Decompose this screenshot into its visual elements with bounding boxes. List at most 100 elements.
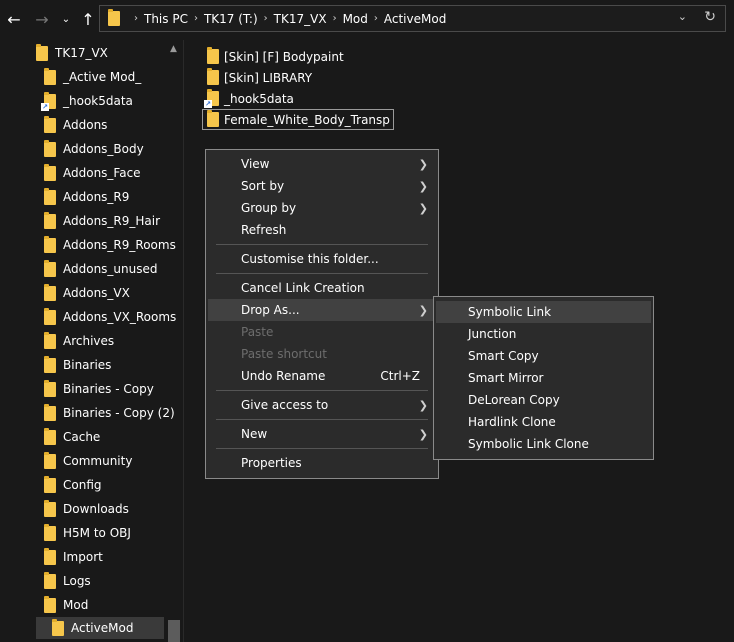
menu-item-paste[interactable]: Paste (208, 321, 436, 343)
submenu-item-hardlink-clone[interactable]: Hardlink Clone (436, 411, 651, 433)
folder-icon (52, 618, 64, 636)
file-item[interactable]: [Skin] LIBRARY (207, 67, 312, 88)
chevron-right-icon: ❯ (418, 201, 428, 215)
folder-link-icon (41, 91, 56, 111)
tree-item[interactable]: Addons_Face (44, 162, 141, 184)
tree-item[interactable]: Binaries - Copy (2) (44, 402, 175, 424)
menu-separator (216, 273, 428, 274)
menu-item-refresh[interactable]: Refresh (208, 219, 436, 241)
breadcrumb-this-pc[interactable]: This PC (144, 12, 188, 26)
chevron-right-icon[interactable]: › (128, 13, 144, 24)
submenu-item-smart-copy[interactable]: Smart Copy (436, 345, 651, 367)
folder-icon (36, 43, 48, 61)
chevron-right-icon: ❯ (418, 303, 428, 317)
menu-item-new[interactable]: New ❯ (208, 423, 436, 445)
menu-item-properties[interactable]: Properties (208, 452, 436, 474)
chevron-right-icon: ❯ (418, 179, 428, 193)
folder-icon (44, 427, 56, 445)
folder-icon (44, 355, 56, 373)
tree-item[interactable]: Mod (44, 594, 88, 616)
tree-item[interactable]: Binaries - Copy (44, 378, 154, 400)
arrow-up-icon[interactable]: ↑ (78, 8, 98, 30)
chevron-down-icon[interactable]: ⌄ (58, 8, 74, 30)
menu-item-paste-shortcut[interactable]: Paste shortcut (208, 343, 436, 365)
folder-icon (44, 235, 56, 253)
file-item-renamed[interactable]: Female_White_Body_Transp (202, 109, 394, 130)
chevron-right-icon[interactable]: › (327, 13, 343, 24)
menu-item-customise-folder[interactable]: Customise this folder... (208, 248, 436, 270)
tree-item[interactable]: Cache (44, 426, 100, 448)
tree-item[interactable]: Addons_VX (44, 282, 130, 304)
navigation-pane: ▲ TK17_VX _Active Mod_ _hook5data Addons… (0, 40, 184, 642)
tree-item[interactable]: Addons_R9_Rooms (44, 234, 176, 256)
breadcrumb-mod[interactable]: Mod (343, 12, 368, 26)
tree-item[interactable]: Addons_unused (44, 258, 158, 280)
file-item[interactable]: [Skin] [F] Bodypaint (207, 46, 344, 67)
folder-icon (207, 47, 219, 64)
tree-item[interactable]: Addons_Body (44, 138, 144, 160)
menu-item-undo-rename[interactable]: Undo Rename Ctrl+Z (208, 365, 436, 387)
tree-item[interactable]: Import (44, 546, 103, 568)
submenu-item-delorean-copy[interactable]: DeLorean Copy (436, 389, 651, 411)
refresh-icon[interactable]: ↻ (704, 9, 716, 25)
tree-item[interactable]: Logs (44, 570, 91, 592)
folder-icon (44, 211, 56, 229)
tree-item-activemod[interactable]: ActiveMod (36, 617, 164, 639)
folder-icon (44, 187, 56, 205)
breadcrumb-tk17-vx[interactable]: TK17_VX (274, 12, 327, 26)
chevron-right-icon: ❯ (418, 398, 428, 412)
tree-item[interactable]: _hook5data (41, 90, 133, 112)
scroll-up-icon[interactable]: ▲ (170, 44, 177, 54)
folder-icon (44, 571, 56, 589)
breadcrumb-activemod[interactable]: ActiveMod (384, 12, 446, 26)
menu-item-cancel-link-creation[interactable]: Cancel Link Creation (208, 277, 436, 299)
folder-icon (44, 499, 56, 517)
menu-item-view[interactable]: View ❯ (208, 153, 436, 175)
tree-item-tk17-vx[interactable]: TK17_VX (36, 42, 108, 64)
submenu-item-symbolic-link[interactable]: Symbolic Link (436, 301, 651, 323)
breadcrumb-drive[interactable]: TK17 (T:) (204, 12, 258, 26)
folder-icon (207, 110, 219, 127)
menu-item-give-access[interactable]: Give access to ❯ (208, 394, 436, 416)
folder-icon (44, 307, 56, 325)
folder-icon (44, 451, 56, 469)
folder-icon (44, 139, 56, 157)
chevron-right-icon: ❯ (418, 157, 428, 171)
folder-icon (207, 68, 219, 85)
tree-item[interactable]: Addons_R9 (44, 186, 129, 208)
menu-item-drop-as[interactable]: Drop As... ❯ (208, 299, 436, 321)
navigation-bar: ← → ⌄ ↑ › This PC › TK17 (T:) › TK17_VX … (0, 0, 734, 38)
submenu-item-smart-mirror[interactable]: Smart Mirror (436, 367, 651, 389)
folder-icon (44, 595, 56, 613)
tree-item[interactable]: Config (44, 474, 102, 496)
folder-icon (44, 523, 56, 541)
tree-item[interactable]: Addons (44, 114, 107, 136)
submenu-item-symbolic-link-clone[interactable]: Symbolic Link Clone (436, 433, 651, 455)
menu-separator (216, 390, 428, 391)
shortcut-label: Ctrl+Z (380, 369, 420, 383)
address-bar[interactable]: › This PC › TK17 (T:) › TK17_VX › Mod › … (99, 5, 726, 32)
tree-item[interactable]: Addons_VX_Rooms (44, 306, 176, 328)
menu-item-group-by[interactable]: Group by ❯ (208, 197, 436, 219)
arrow-right-icon[interactable]: → (32, 8, 52, 30)
tree-item[interactable]: H5M to OBJ (44, 522, 131, 544)
tree-item[interactable]: Binaries (44, 354, 111, 376)
arrow-left-icon[interactable]: ← (4, 8, 24, 30)
sidebar-scrollbar[interactable] (168, 620, 180, 642)
menu-separator (216, 448, 428, 449)
tree-item[interactable]: Archives (44, 330, 114, 352)
tree-item[interactable]: Addons_R9_Hair (44, 210, 160, 232)
menu-item-sort-by[interactable]: Sort by ❯ (208, 175, 436, 197)
chevron-right-icon[interactable]: › (368, 13, 384, 24)
drop-as-submenu: Symbolic Link Junction Smart Copy Smart … (433, 296, 654, 460)
file-item[interactable]: _hook5data (204, 88, 294, 109)
address-history-chevron-icon[interactable]: ⌄ (678, 10, 687, 23)
tree-item[interactable]: Downloads (44, 498, 129, 520)
chevron-right-icon[interactable]: › (188, 13, 204, 24)
tree-item[interactable]: Community (44, 450, 132, 472)
tree-item[interactable]: _Active Mod_ (44, 66, 141, 88)
context-menu: View ❯ Sort by ❯ Group by ❯ Refresh Customi… (205, 149, 439, 479)
chevron-right-icon[interactable]: › (258, 13, 274, 24)
submenu-item-junction[interactable]: Junction (436, 323, 651, 345)
folder-icon (44, 67, 56, 85)
